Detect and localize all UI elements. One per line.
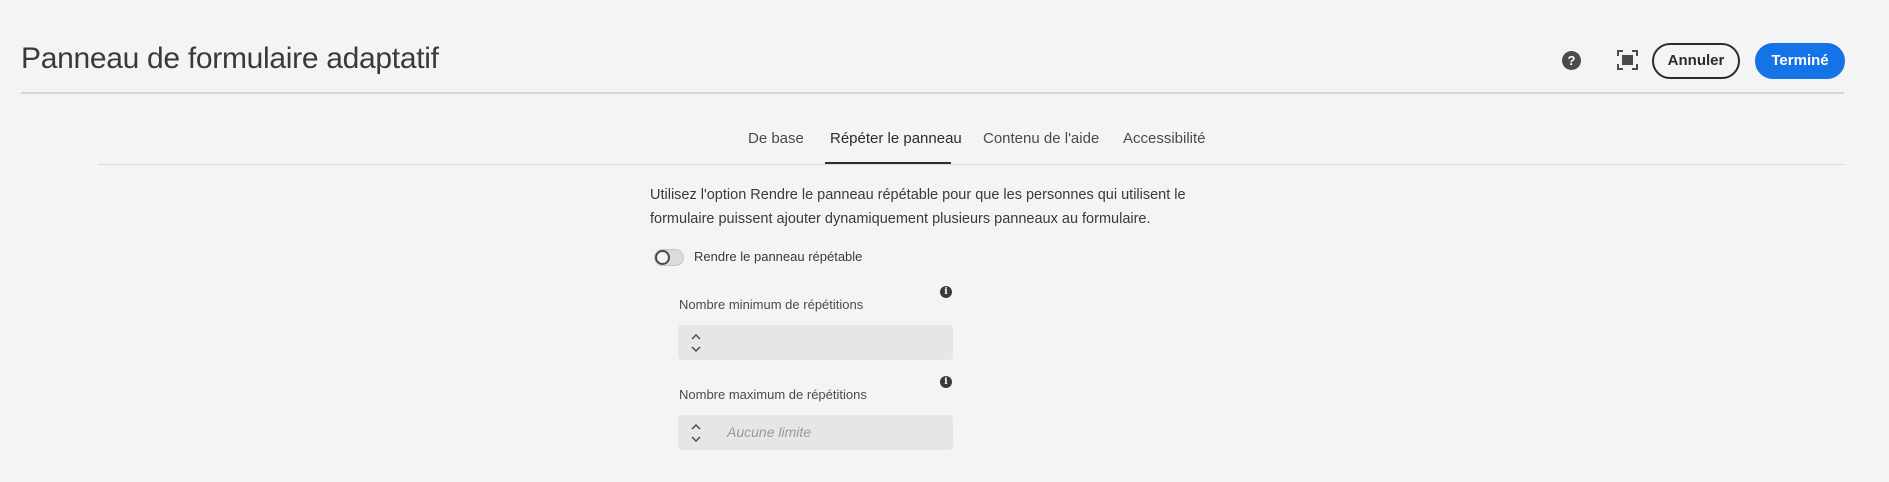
cancel-button[interactable]: Annuler — [1652, 43, 1740, 79]
tab-help-content[interactable]: Contenu de l'aide — [983, 130, 1099, 147]
toggle-knob — [655, 250, 670, 265]
stepper-icon[interactable] — [690, 330, 702, 356]
dialog-header: Panneau de formulaire adaptatif ? Annule… — [21, 0, 1845, 94]
tab-list: De base Répéter le panneau Contenu de l'… — [98, 118, 1844, 165]
panel-description: Utilisez l'option Rendre le panneau répé… — [650, 183, 1210, 231]
tab-accessibility[interactable]: Accessibilité — [1123, 130, 1206, 147]
help-icon[interactable]: ? — [1562, 51, 1581, 70]
info-icon[interactable]: i — [940, 376, 952, 388]
max-repetitions-input[interactable]: Aucune limite — [727, 415, 811, 450]
stepper-icon[interactable] — [690, 420, 702, 446]
max-repetitions-field[interactable]: Aucune limite — [678, 415, 953, 450]
info-icon[interactable]: i — [940, 286, 952, 298]
fullscreen-icon[interactable] — [1617, 50, 1638, 70]
tab-repeat-panel[interactable]: Répéter le panneau — [830, 130, 962, 147]
description-line: Utilisez l'option Rendre le panneau répé… — [650, 187, 1186, 203]
max-repetitions-label: Nombre maximum de répétitions — [679, 387, 867, 402]
repeatable-toggle[interactable] — [654, 249, 684, 266]
description-line: formulaire puissent ajouter dynamiquemen… — [650, 211, 1151, 227]
tab-basic[interactable]: De base — [748, 130, 804, 147]
page-title: Panneau de formulaire adaptatif — [21, 42, 439, 75]
min-repetitions-field[interactable] — [678, 325, 953, 360]
done-button[interactable]: Terminé — [1755, 43, 1845, 79]
active-tab-indicator — [825, 162, 951, 164]
repeatable-toggle-label: Rendre le panneau répétable — [694, 249, 863, 264]
min-repetitions-label: Nombre minimum de répétitions — [679, 297, 864, 312]
